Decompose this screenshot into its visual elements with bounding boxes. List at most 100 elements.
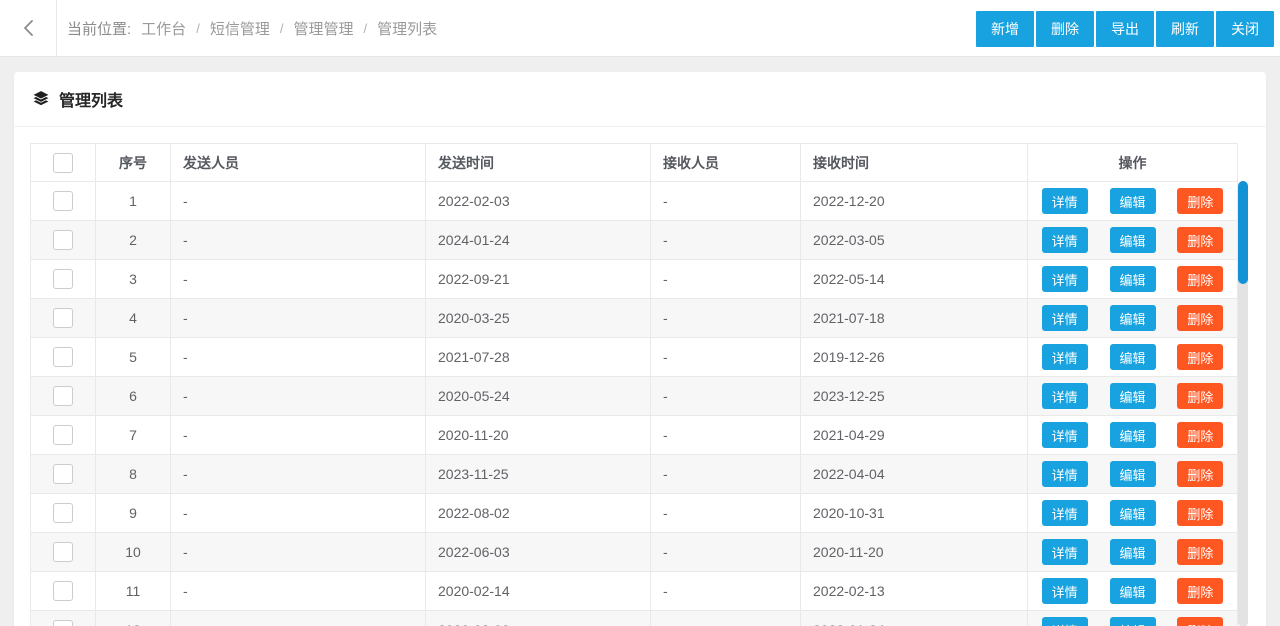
detail-button[interactable]: 详情 [1041, 266, 1088, 292]
table-row: 11 - 2020-02-14 - 2022-02-13 详情 编辑 删除 [30, 571, 1238, 611]
detail-button[interactable]: 详情 [1041, 578, 1088, 604]
add-button[interactable]: 新增 [976, 11, 1034, 47]
cell-send-time: 2020-02-14 [425, 571, 651, 611]
row-checkbox[interactable] [53, 425, 73, 445]
cell-receiver: - [650, 220, 801, 260]
cell-index: 11 [95, 571, 171, 611]
edit-button[interactable]: 编辑 [1109, 461, 1156, 487]
cell-sender: - [170, 181, 426, 221]
detail-button[interactable]: 详情 [1041, 227, 1088, 253]
edit-button[interactable]: 编辑 [1109, 266, 1156, 292]
breadcrumb-separator: / [363, 20, 368, 36]
cell-receiver: - [650, 181, 801, 221]
detail-button[interactable]: 详情 [1041, 305, 1088, 331]
breadcrumb-item-list[interactable]: 管理列表 [377, 18, 437, 39]
export-button[interactable]: 导出 [1096, 11, 1154, 47]
cell-receiver: - [650, 259, 801, 299]
edit-button[interactable]: 编辑 [1109, 539, 1156, 565]
row-actions-cell: 详情 编辑 删除 [1027, 610, 1238, 626]
cell-receive-time: 2020-11-20 [800, 532, 1028, 572]
cell-sender: - [170, 337, 426, 377]
cell-receive-time: 2021-04-29 [800, 415, 1028, 455]
row-delete-button[interactable]: 删除 [1177, 461, 1224, 487]
cell-index: 1 [95, 181, 171, 221]
cell-index: 10 [95, 532, 171, 572]
edit-button[interactable]: 编辑 [1109, 617, 1156, 626]
row-delete-button[interactable]: 删除 [1177, 500, 1224, 526]
cell-index: 12 [95, 610, 171, 626]
edit-button[interactable]: 编辑 [1109, 500, 1156, 526]
close-button[interactable]: 关闭 [1216, 11, 1274, 47]
row-checkbox[interactable] [53, 386, 73, 406]
row-checkbox[interactable] [53, 542, 73, 562]
breadcrumb-item-workbench[interactable]: 工作台 [141, 18, 186, 39]
detail-button[interactable]: 详情 [1041, 422, 1088, 448]
table-row: 7 - 2020-11-20 - 2021-04-29 详情 编辑 删除 [30, 415, 1238, 455]
edit-button[interactable]: 编辑 [1109, 188, 1156, 214]
row-delete-button[interactable]: 删除 [1177, 305, 1224, 331]
layers-icon [31, 90, 51, 107]
cell-receiver: - [650, 298, 801, 338]
row-checkbox[interactable] [53, 464, 73, 484]
row-checkbox[interactable] [53, 503, 73, 523]
detail-button[interactable]: 详情 [1041, 383, 1088, 409]
detail-button[interactable]: 详情 [1041, 617, 1088, 626]
row-delete-button[interactable]: 删除 [1177, 344, 1224, 370]
row-checkbox[interactable] [53, 581, 73, 601]
table-scrollbar-track[interactable] [1238, 181, 1248, 626]
cell-receiver: - [650, 532, 801, 572]
row-checkbox[interactable] [53, 347, 73, 367]
table-scrollbar-thumb[interactable] [1238, 181, 1248, 284]
cell-receiver: - [650, 376, 801, 416]
cell-sender: - [170, 571, 426, 611]
back-button[interactable] [0, 0, 57, 56]
breadcrumb-separator: / [279, 20, 284, 36]
cell-index: 2 [95, 220, 171, 260]
row-delete-button[interactable]: 删除 [1177, 422, 1224, 448]
edit-button[interactable]: 编辑 [1109, 383, 1156, 409]
cell-receive-time: 2023-12-25 [800, 376, 1028, 416]
row-checkbox[interactable] [53, 269, 73, 289]
detail-button[interactable]: 详情 [1041, 539, 1088, 565]
edit-button[interactable]: 编辑 [1109, 578, 1156, 604]
row-actions-cell: 详情 编辑 删除 [1027, 415, 1238, 455]
col-send-time: 发送时间 [425, 143, 651, 182]
row-checkbox-cell [30, 181, 96, 221]
breadcrumb-item-sms[interactable]: 短信管理 [210, 18, 270, 39]
row-checkbox[interactable] [53, 620, 73, 626]
row-delete-button[interactable]: 删除 [1177, 383, 1224, 409]
detail-button[interactable]: 详情 [1041, 188, 1088, 214]
row-checkbox-cell [30, 415, 96, 455]
edit-button[interactable]: 编辑 [1109, 305, 1156, 331]
row-actions-cell: 详情 编辑 删除 [1027, 181, 1238, 221]
cell-receiver: - [650, 493, 801, 533]
delete-button[interactable]: 删除 [1036, 11, 1094, 47]
breadcrumb-separator: / [196, 20, 200, 36]
cell-receive-time: 2022-01-24 [800, 610, 1028, 626]
breadcrumb-item-manage[interactable]: 管理管理 [293, 18, 353, 39]
edit-button[interactable]: 编辑 [1109, 227, 1156, 253]
row-delete-button[interactable]: 删除 [1177, 617, 1224, 626]
row-delete-button[interactable]: 删除 [1177, 266, 1224, 292]
row-delete-button[interactable]: 删除 [1177, 188, 1224, 214]
detail-button[interactable]: 详情 [1041, 461, 1088, 487]
breadcrumb: 当前位置: 工作台 / 短信管理 / 管理管理 / 管理列表 [57, 18, 437, 39]
row-checkbox[interactable] [53, 191, 73, 211]
row-actions-cell: 详情 编辑 删除 [1027, 454, 1238, 494]
row-checkbox[interactable] [53, 230, 73, 250]
row-delete-button[interactable]: 删除 [1177, 539, 1224, 565]
edit-button[interactable]: 编辑 [1109, 422, 1156, 448]
detail-button[interactable]: 详情 [1041, 500, 1088, 526]
row-checkbox-cell [30, 610, 96, 626]
row-checkbox[interactable] [53, 308, 73, 328]
refresh-button[interactable]: 刷新 [1156, 11, 1214, 47]
row-delete-button[interactable]: 删除 [1177, 578, 1224, 604]
cell-send-time: 2023-11-25 [425, 454, 651, 494]
edit-button[interactable]: 编辑 [1109, 344, 1156, 370]
detail-button[interactable]: 详情 [1041, 344, 1088, 370]
table-row: 5 - 2021-07-28 - 2019-12-26 详情 编辑 删除 [30, 337, 1238, 377]
select-all-checkbox[interactable] [53, 152, 73, 173]
row-delete-button[interactable]: 删除 [1177, 227, 1224, 253]
table-row: 1 - 2022-02-03 - 2022-12-20 详情 编辑 删除 [30, 181, 1238, 221]
cell-index: 7 [95, 415, 171, 455]
